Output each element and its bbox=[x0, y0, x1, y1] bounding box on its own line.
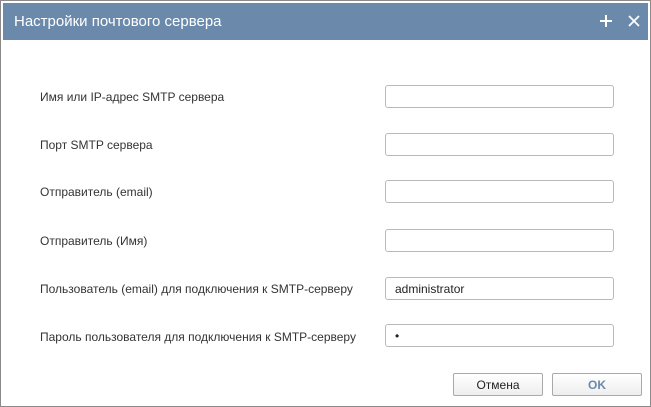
smtp-user-label: Пользователь (email) для подключения к S… bbox=[40, 282, 353, 296]
sender-email-input[interactable] bbox=[385, 180, 614, 203]
smtp-password-input[interactable] bbox=[385, 324, 614, 347]
smtp-host-input[interactable] bbox=[385, 85, 614, 108]
cancel-button[interactable]: Отмена bbox=[453, 373, 543, 396]
dialog-titlebar: Настройки почтового сервера bbox=[3, 3, 648, 40]
close-icon[interactable] bbox=[623, 10, 645, 32]
sender-name-input[interactable] bbox=[385, 229, 614, 252]
sender-email-label: Отправитель (email) bbox=[40, 185, 153, 199]
smtp-password-label: Пароль пользователя для подключения к SM… bbox=[40, 330, 356, 344]
smtp-user-input[interactable] bbox=[385, 277, 614, 300]
mail-server-settings-dialog: Настройки почтового сервера Имя или IP-а… bbox=[0, 0, 651, 407]
smtp-host-label: Имя или IP-адрес SMTP сервера bbox=[40, 90, 225, 104]
sender-name-label: Отправитель (Имя) bbox=[40, 234, 148, 248]
ok-button[interactable]: OK bbox=[552, 373, 642, 396]
plus-icon[interactable] bbox=[595, 10, 617, 32]
dialog-title: Настройки почтового сервера bbox=[14, 13, 222, 30]
smtp-port-input[interactable] bbox=[385, 133, 614, 156]
smtp-port-label: Порт SMTP сервера bbox=[40, 138, 153, 152]
